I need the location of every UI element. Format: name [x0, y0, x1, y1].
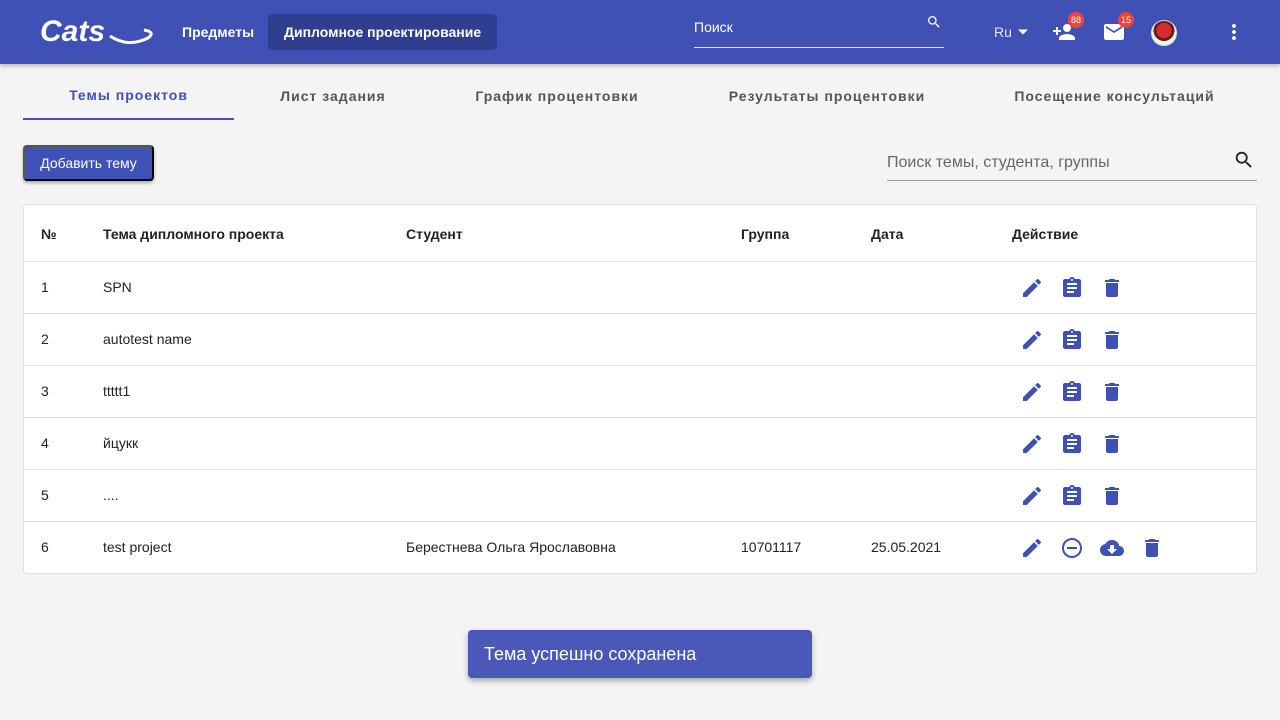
remove-circle-button[interactable] — [1060, 536, 1084, 560]
assignment-icon — [1063, 277, 1081, 297]
cell-student: Берестнева Ольга Ярославовна — [406, 539, 616, 555]
cell-date: 25.05.2021 — [871, 539, 942, 555]
mail-button[interactable]: 15 — [1102, 12, 1134, 44]
topics-table: № Тема дипломного проекта Студент Группа… — [23, 204, 1257, 574]
assignment-button[interactable] — [1060, 276, 1084, 300]
assignment-icon — [1063, 433, 1081, 453]
assignment-icon — [1063, 485, 1081, 505]
edit-icon — [1023, 486, 1042, 505]
delete-icon — [1105, 279, 1119, 297]
edit-button[interactable] — [1020, 276, 1044, 300]
table-row: 1 SPN — [24, 262, 1256, 314]
edit-button[interactable] — [1020, 536, 1044, 560]
col-number: № — [41, 226, 57, 242]
snackbar-message: Тема успешно сохранена — [484, 643, 697, 664]
cloud-download-icon — [1100, 540, 1124, 556]
chevron-down-icon — [1017, 29, 1028, 35]
cloud-download-button[interactable] — [1100, 536, 1124, 560]
language-select[interactable]: Ru — [994, 24, 1028, 40]
assignment-icon — [1063, 329, 1081, 349]
edit-icon — [1023, 434, 1042, 453]
topic-search — [887, 145, 1257, 181]
delete-button[interactable] — [1100, 328, 1124, 352]
table-row: 2 autotest name — [24, 314, 1256, 366]
cell-topic: test project — [103, 539, 172, 555]
nav-diploma-design[interactable]: Дипломное проектирование — [268, 14, 498, 50]
edit-button[interactable] — [1020, 380, 1044, 404]
tab-consultation-attendance[interactable]: Посещение консультаций — [972, 72, 1257, 120]
delete-icon — [1105, 383, 1119, 401]
tab-project-topics[interactable]: Темы проектов — [23, 72, 234, 120]
remove-circle-icon — [1062, 538, 1082, 558]
cell-topic: SPN — [103, 279, 132, 295]
cell-group: 10701117 — [741, 539, 802, 555]
cell-topic: ttttt1 — [103, 383, 131, 399]
global-search — [694, 12, 944, 48]
assignment-button[interactable] — [1060, 328, 1084, 352]
mail-badge: 15 — [1117, 12, 1134, 28]
edit-button[interactable] — [1020, 484, 1044, 508]
cell-topic: йцукк — [103, 435, 139, 451]
edit-icon — [1023, 330, 1042, 349]
tab-percentage-results[interactable]: Результаты процентовки — [682, 72, 972, 120]
cell-topic: .... — [103, 487, 119, 503]
search-icon[interactable] — [1233, 149, 1255, 171]
delete-icon — [1105, 331, 1119, 349]
assignment-icon — [1063, 381, 1081, 401]
col-date[interactable]: Дата — [871, 226, 903, 242]
cats-logo[interactable]: Cats — [40, 14, 154, 48]
global-search-input[interactable] — [694, 12, 914, 42]
search-icon[interactable] — [926, 14, 942, 30]
col-group[interactable]: Группа — [741, 226, 789, 242]
cell-number: 3 — [41, 383, 49, 399]
delete-button[interactable] — [1100, 380, 1124, 404]
assignment-button[interactable] — [1060, 484, 1084, 508]
edit-button[interactable] — [1020, 432, 1044, 456]
delete-button[interactable] — [1100, 432, 1124, 456]
snackbar: Тема успешно сохранена — [468, 630, 812, 678]
edit-icon — [1023, 278, 1042, 297]
add-user-badge: 88 — [1067, 12, 1084, 28]
cell-number: 4 — [41, 435, 49, 451]
edit-button[interactable] — [1020, 328, 1044, 352]
logo-text: Cats — [40, 15, 105, 48]
edit-icon — [1023, 538, 1042, 557]
delete-button[interactable] — [1100, 276, 1124, 300]
more-vert-icon[interactable] — [1222, 20, 1246, 44]
tab-percentage-schedule[interactable]: График процентовки — [432, 72, 682, 120]
cell-number: 1 — [41, 279, 49, 295]
edit-icon — [1023, 382, 1042, 401]
col-student[interactable]: Студент — [406, 226, 463, 242]
table-row: 3 ttttt1 — [24, 366, 1256, 418]
language-label: Ru — [994, 24, 1012, 40]
assignment-button[interactable] — [1060, 380, 1084, 404]
col-action: Действие — [1012, 226, 1079, 242]
add-user-button[interactable]: 88 — [1052, 12, 1084, 44]
add-topic-button[interactable]: Добавить тему — [23, 145, 154, 181]
delete-button[interactable] — [1140, 536, 1164, 560]
table-row: 4 йцукк — [24, 418, 1256, 470]
tab-bar: Темы проектов Лист задания График процен… — [23, 72, 1257, 120]
table-body: 1 SPN 2 autotest name 3 ttttt1 4 йцукк 5.... 6 tes… — [24, 262, 1256, 574]
delete-button[interactable] — [1100, 484, 1124, 508]
delete-icon — [1105, 435, 1119, 453]
table-header: № Тема дипломного проекта Студент Группа… — [24, 205, 1256, 262]
assignment-button[interactable] — [1060, 432, 1084, 456]
delete-icon — [1105, 487, 1119, 505]
cell-number: 6 — [41, 539, 49, 555]
delete-icon — [1145, 539, 1159, 557]
avatar[interactable] — [1151, 20, 1177, 46]
cell-number: 2 — [41, 331, 49, 347]
cell-topic: autotest name — [103, 331, 192, 347]
table-row: 6 test project Берестнева Ольга Ярославовн… — [24, 522, 1256, 574]
cell-number: 5 — [41, 487, 49, 503]
top-app-bar: Cats Предметы Дипломное проектирование R… — [0, 0, 1280, 64]
tab-task-sheet[interactable]: Лист задания — [234, 72, 432, 120]
table-row: 5.... — [24, 470, 1256, 522]
topic-search-input[interactable] — [887, 145, 1227, 181]
col-topic[interactable]: Тема дипломного проекта — [103, 226, 284, 242]
nav-subjects[interactable]: Предметы — [166, 14, 270, 50]
